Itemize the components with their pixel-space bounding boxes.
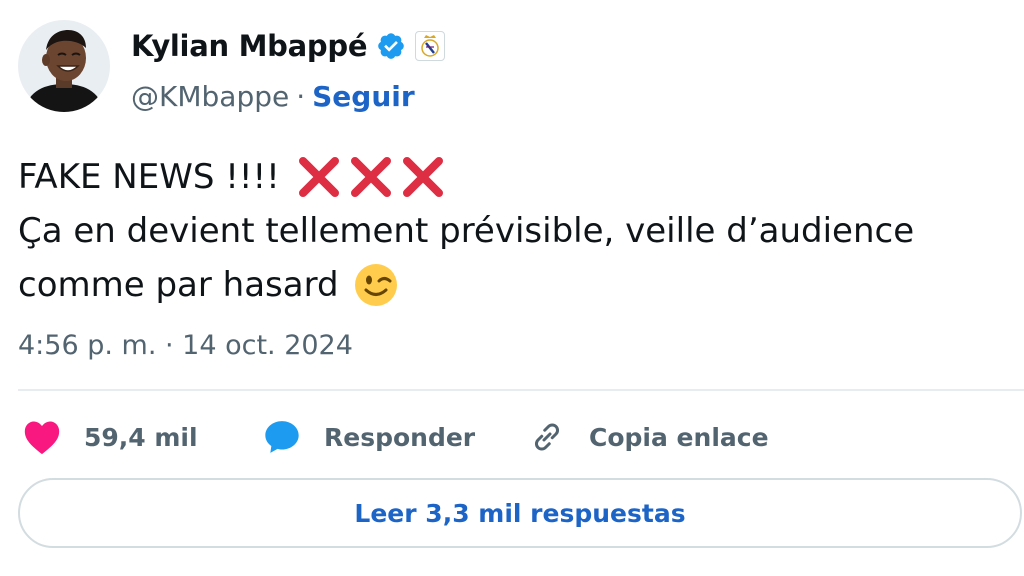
cross-mark-icon <box>348 154 394 200</box>
tweet-text-line-2: Ça en devient tellement prévisible, veil… <box>18 211 915 251</box>
reply-button[interactable]: Responder <box>260 415 525 459</box>
separator-dot: · <box>296 79 306 113</box>
like-count: 59,4 mil <box>84 422 198 452</box>
reply-label: Responder <box>324 422 476 452</box>
tweet-card: Kylian Mbappé @KMbappe · Seguir FAKE NEW… <box>0 0 1024 576</box>
cross-marks <box>296 154 446 200</box>
author-handle[interactable]: @KMbappe <box>131 80 289 113</box>
handle-row: @KMbappe · Seguir <box>131 76 531 116</box>
tweet-line-2: Ça en devient tellement prévisible, veil… <box>18 204 1018 258</box>
cross-mark-icon <box>296 154 342 200</box>
action-bar: 59,4 mil Responder Copia enlace <box>20 410 825 464</box>
author-identity: Kylian Mbappé @KMbappe · Seguir <box>131 24 531 116</box>
tweet-timestamp[interactable]: 4:56 p. m. · 14 oct. 2024 <box>18 330 353 361</box>
real-madrid-crest-icon[interactable] <box>415 31 446 61</box>
divider <box>18 389 1024 391</box>
link-icon <box>525 415 569 459</box>
tweet-line-3: comme par hasard <box>18 258 1018 312</box>
winking-face-icon <box>353 262 399 308</box>
tweet-text-line-1: FAKE NEWS !!!! <box>18 157 280 197</box>
tweet-text: FAKE NEWS !!!! Ça en devient tellement p… <box>18 150 1018 312</box>
copy-link-button[interactable]: Copia enlace <box>525 415 825 459</box>
author-name[interactable]: Kylian Mbappé <box>131 29 367 63</box>
follow-button[interactable]: Seguir <box>312 80 415 113</box>
tweet-line-1: FAKE NEWS !!!! <box>18 150 1018 204</box>
like-button[interactable]: 59,4 mil <box>20 415 260 459</box>
verified-badge-icon <box>376 31 406 61</box>
read-replies-button[interactable]: Leer 3,3 mil respuestas <box>18 478 1022 548</box>
copy-link-label: Copia enlace <box>589 422 769 452</box>
reply-bubble-icon <box>260 415 304 459</box>
heart-icon <box>20 415 64 459</box>
cross-mark-icon <box>400 154 446 200</box>
avatar[interactable] <box>18 20 110 112</box>
tweet-text-line-3: comme par hasard <box>18 265 339 305</box>
name-row: Kylian Mbappé <box>131 24 531 68</box>
